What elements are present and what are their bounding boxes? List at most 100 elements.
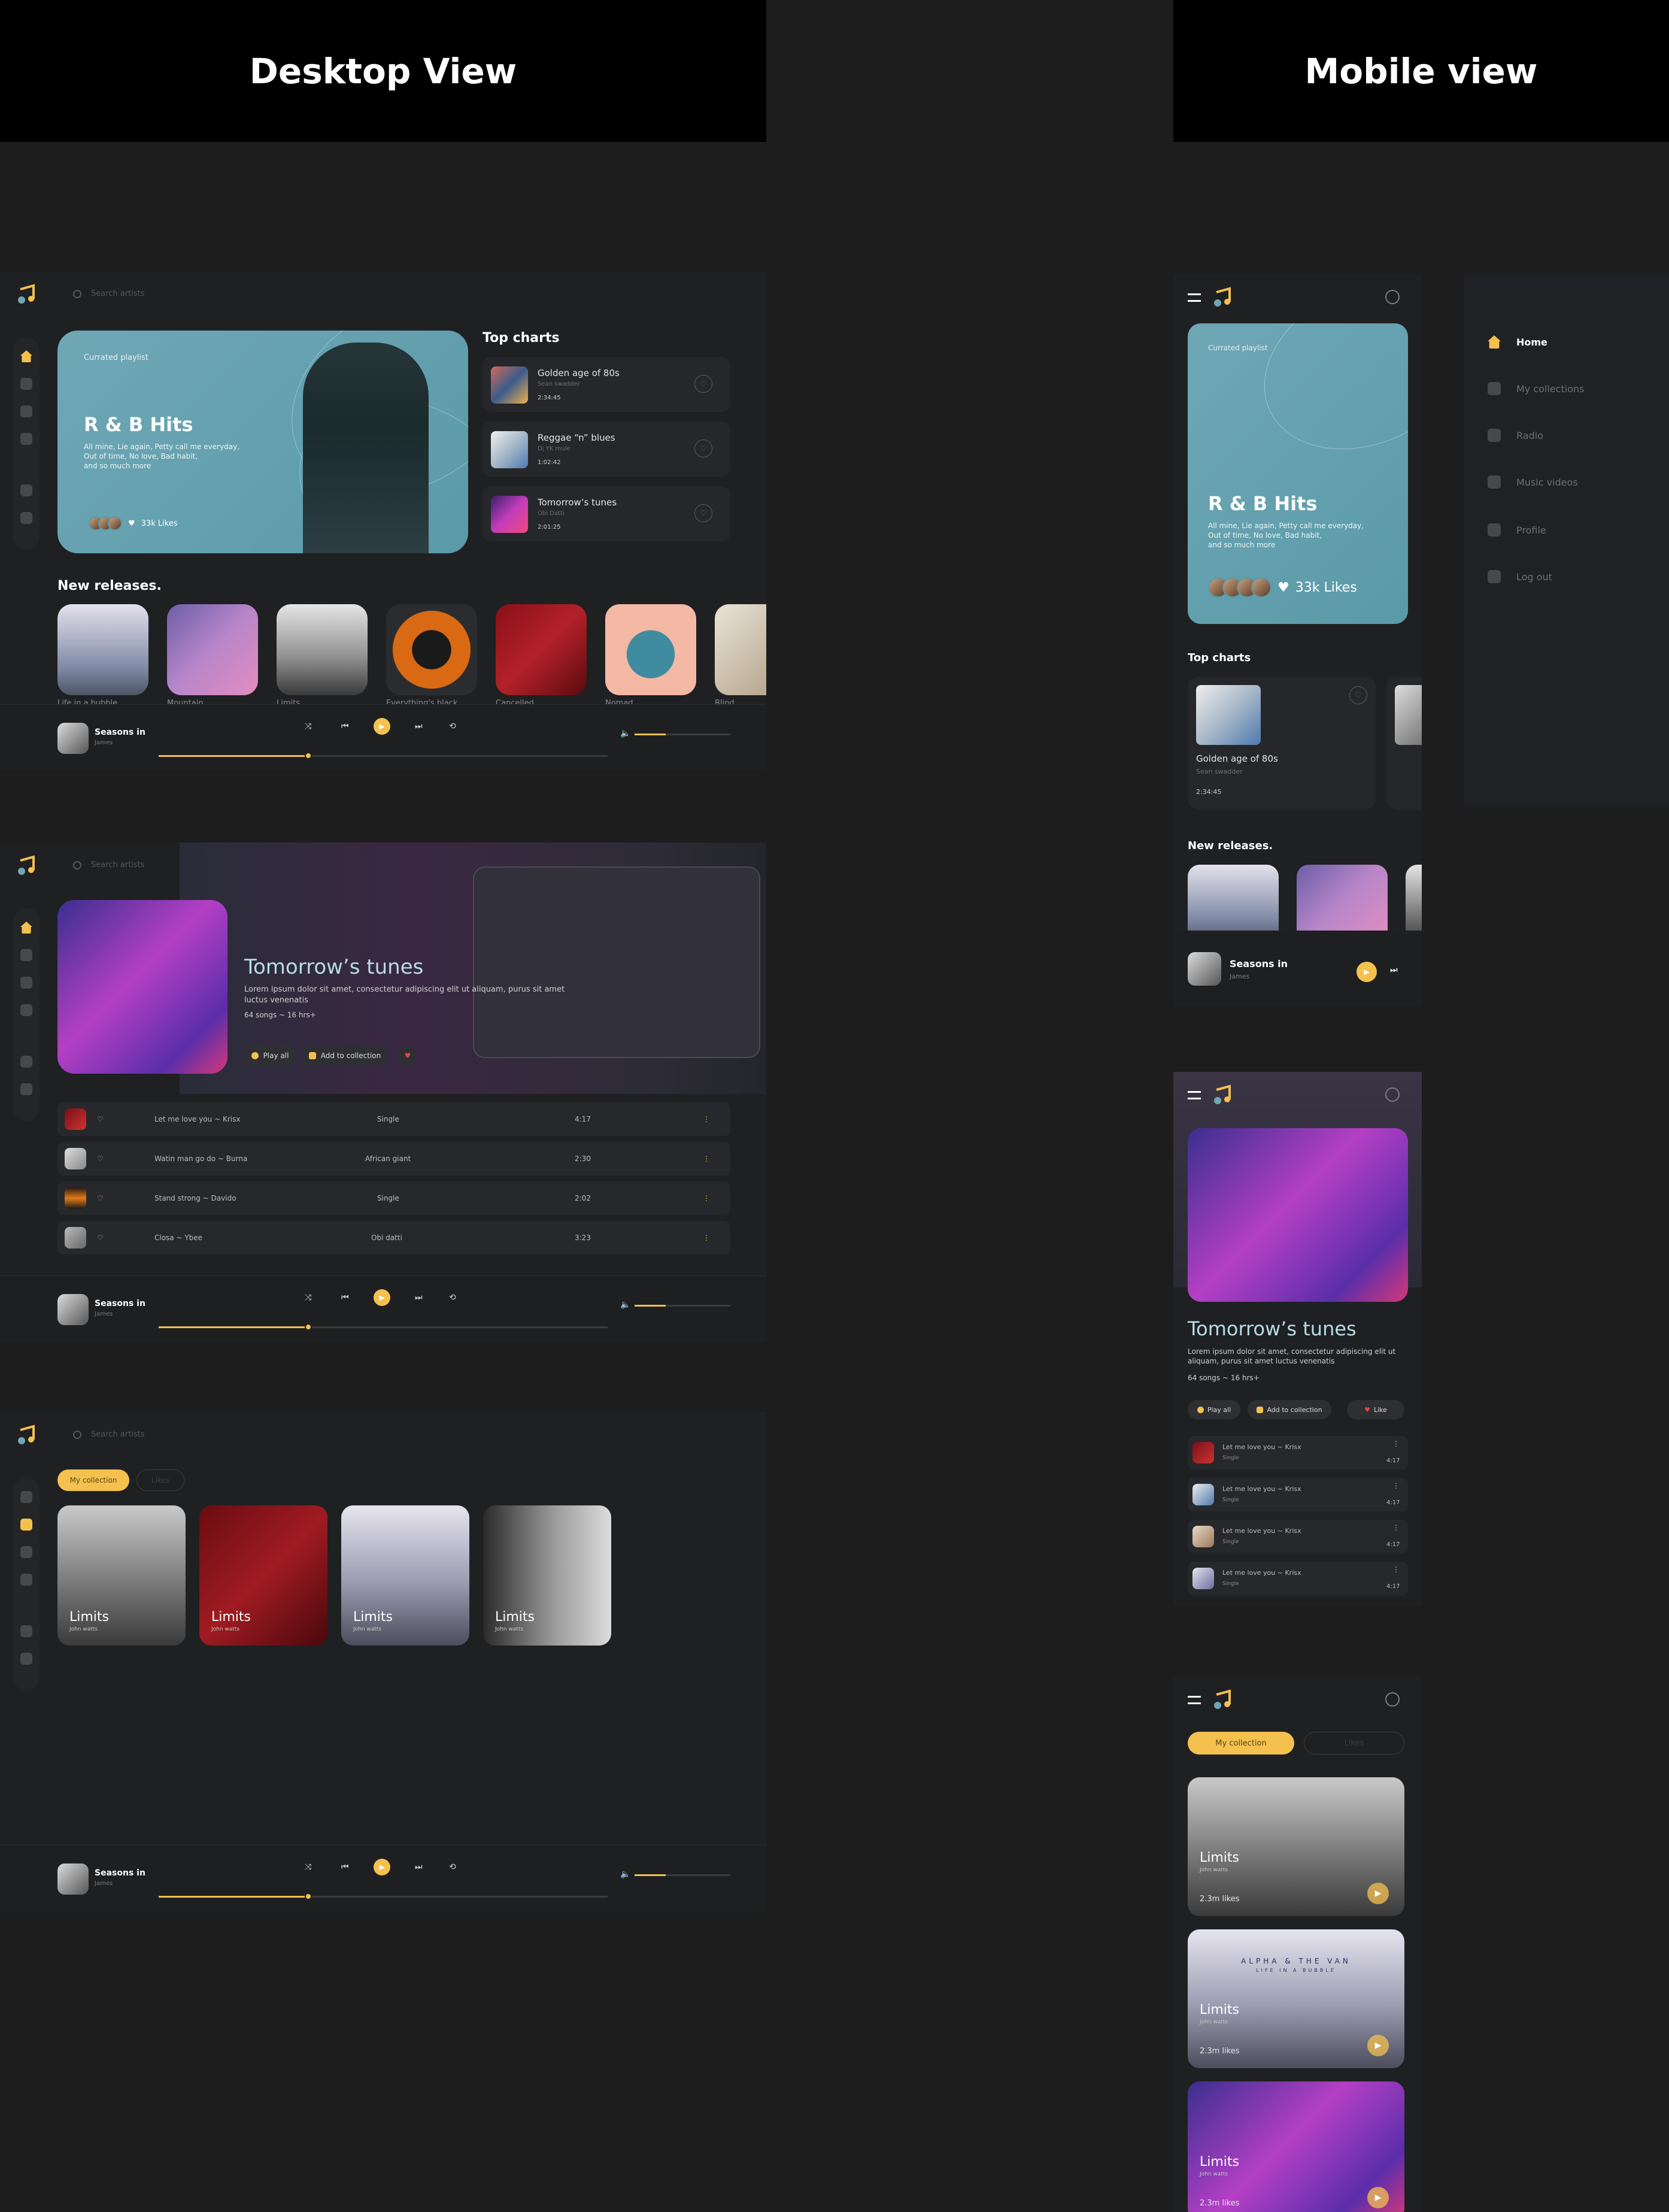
home-icon[interactable]: [20, 922, 32, 934]
collection-card[interactable]: Limits John watts: [483, 1505, 611, 1646]
add-to-collection-button[interactable]: Add to collection: [1248, 1400, 1331, 1419]
next-icon[interactable]: ⏭: [415, 1862, 423, 1872]
profile-icon[interactable]: [20, 484, 32, 496]
home-icon[interactable]: [20, 350, 32, 362]
previous-icon[interactable]: ⏮: [341, 722, 349, 731]
profile-icon[interactable]: [20, 1056, 32, 1068]
release-cover[interactable]: [715, 604, 766, 695]
heart-icon[interactable]: ♡: [1349, 686, 1367, 704]
heart-icon[interactable]: ♡: [97, 1194, 104, 1202]
volume-icon[interactable]: 🔈: [620, 729, 630, 738]
next-icon[interactable]: ⏭: [415, 1293, 423, 1302]
repeat-icon[interactable]: ⟲: [449, 1862, 456, 1872]
home-icon[interactable]: [20, 1491, 32, 1503]
menu-item-logout[interactable]: Log out: [1488, 570, 1552, 583]
release-cover[interactable]: [277, 604, 368, 695]
tab-likes[interactable]: Likes: [1304, 1732, 1404, 1755]
volume-icon[interactable]: 🔈: [620, 1869, 630, 1879]
app-logo-icon[interactable]: [1212, 1689, 1234, 1711]
collection-card[interactable]: Limits John watts 2.3m likes ▶: [1188, 2081, 1404, 2212]
shuffle-icon[interactable]: ⤨: [305, 1293, 311, 1302]
more-icon[interactable]: ⋮: [1392, 1523, 1400, 1532]
search-icon[interactable]: [1385, 1692, 1400, 1707]
top-chart-item[interactable]: Tomorrow’s tunes Obi Datti 2:01:25 ♡: [483, 486, 730, 541]
radio-icon[interactable]: [20, 977, 32, 989]
previous-icon[interactable]: ⏮: [341, 1862, 349, 1872]
search-icon[interactable]: [1385, 290, 1400, 304]
play-all-button[interactable]: Play all: [244, 1046, 296, 1066]
logout-icon[interactable]: [20, 512, 32, 524]
collection-card[interactable]: Limits John watts 2.3m likes ▶: [1188, 1777, 1404, 1916]
release-cover[interactable]: [496, 604, 587, 695]
radio-icon[interactable]: [20, 1546, 32, 1558]
tab-likes[interactable]: Likes: [136, 1469, 184, 1491]
hero-playlist-card[interactable]: Currated playlist R & B Hits All mine, L…: [57, 331, 468, 553]
repeat-icon[interactable]: ⟲: [449, 1293, 456, 1302]
like-button[interactable]: ♥: [397, 1046, 418, 1066]
heart-icon[interactable]: ♡: [694, 440, 712, 457]
heart-icon[interactable]: ♥: [1277, 580, 1289, 595]
app-logo-icon[interactable]: [1212, 1084, 1234, 1107]
more-icon[interactable]: ⋮: [1392, 1565, 1400, 1574]
next-icon[interactable]: ⏭: [415, 722, 423, 731]
collection-card[interactable]: Limits John watts: [341, 1505, 469, 1646]
release-cover[interactable]: [605, 604, 696, 695]
menu-item-radio[interactable]: Radio: [1488, 429, 1543, 442]
previous-icon[interactable]: ⏮: [341, 1293, 349, 1302]
heart-icon[interactable]: ♡: [694, 504, 712, 522]
heart-icon[interactable]: ♡: [97, 1155, 104, 1163]
play-button[interactable]: ▶: [374, 1289, 390, 1306]
add-to-collection-button[interactable]: Add to collection: [302, 1046, 388, 1066]
more-icon[interactable]: ⋮: [703, 1155, 710, 1163]
collections-icon[interactable]: [20, 1519, 32, 1531]
search-bar[interactable]: Search artists: [73, 1430, 144, 1439]
menu-item-profile[interactable]: Profile: [1488, 523, 1546, 537]
more-icon[interactable]: ⋮: [703, 1115, 710, 1123]
tab-my-collection[interactable]: My collection: [1188, 1732, 1294, 1755]
play-button[interactable]: ▶: [1357, 962, 1377, 982]
next-icon[interactable]: ⏭: [1390, 965, 1398, 975]
music-videos-icon[interactable]: [20, 1004, 32, 1016]
release-cover[interactable]: [57, 604, 148, 695]
top-chart-item[interactable]: Golden age of 80s Sean swadder 2:34:45 ♡: [483, 357, 730, 412]
search-bar[interactable]: Search artists: [73, 860, 144, 869]
collections-icon[interactable]: [20, 949, 32, 961]
like-button[interactable]: ♥ Like: [1347, 1400, 1404, 1419]
track-row[interactable]: Let me love you ~ Krisx Single ⋮ 4:17: [1188, 1478, 1408, 1511]
menu-item-music-videos[interactable]: Music videos: [1488, 475, 1578, 489]
top-chart-item[interactable]: ♡ Golden age of 80s Sean swadder 2:34:45: [1188, 677, 1376, 810]
heart-icon[interactable]: ♡: [694, 375, 712, 393]
play-button[interactable]: ▶: [374, 718, 390, 735]
music-videos-icon[interactable]: [20, 1574, 32, 1586]
release-cover[interactable]: [386, 604, 477, 695]
play-button[interactable]: ▶: [1367, 2035, 1389, 2056]
release-cover[interactable]: [167, 604, 258, 695]
progress-knob[interactable]: [305, 1323, 312, 1331]
play-button[interactable]: ▶: [374, 1859, 390, 1875]
app-logo-icon[interactable]: [16, 855, 38, 877]
more-icon[interactable]: ⋮: [703, 1234, 710, 1242]
logout-icon[interactable]: [20, 1653, 32, 1665]
logout-icon[interactable]: [20, 1083, 32, 1095]
app-logo-icon[interactable]: [16, 283, 38, 306]
collections-icon[interactable]: [20, 378, 32, 390]
menu-item-collections[interactable]: My collections: [1488, 382, 1584, 395]
hamburger-menu-icon[interactable]: [1188, 1696, 1201, 1704]
volume-icon[interactable]: 🔈: [620, 1300, 630, 1310]
track-row[interactable]: ♡ Let me love you ~ Krisx Single 4:17 ⋮: [57, 1102, 730, 1136]
track-row[interactable]: Let me love you ~ Krisx Single ⋮ 4:17: [1188, 1436, 1408, 1469]
radio-icon[interactable]: [20, 405, 32, 417]
more-icon[interactable]: ⋮: [1392, 1481, 1400, 1490]
repeat-icon[interactable]: ⟲: [449, 722, 456, 731]
heart-icon[interactable]: ♥: [128, 519, 135, 528]
progress-knob[interactable]: [305, 752, 312, 759]
more-icon[interactable]: ⋮: [1392, 1440, 1400, 1448]
collection-card[interactable]: Limits John watts: [199, 1505, 327, 1646]
play-all-button[interactable]: Play all: [1188, 1400, 1240, 1419]
track-row[interactable]: Let me love you ~ Krisx Single ⋮ 4:17: [1188, 1562, 1408, 1595]
tab-my-collection[interactable]: My collection: [57, 1469, 129, 1491]
top-chart-item[interactable]: Reggae “n” blues Dj YK mule 1:02:42 ♡: [483, 422, 730, 477]
hamburger-menu-icon[interactable]: [1188, 293, 1201, 302]
menu-item-home[interactable]: Home: [1488, 335, 1547, 349]
hamburger-menu-icon[interactable]: [1188, 1091, 1201, 1099]
